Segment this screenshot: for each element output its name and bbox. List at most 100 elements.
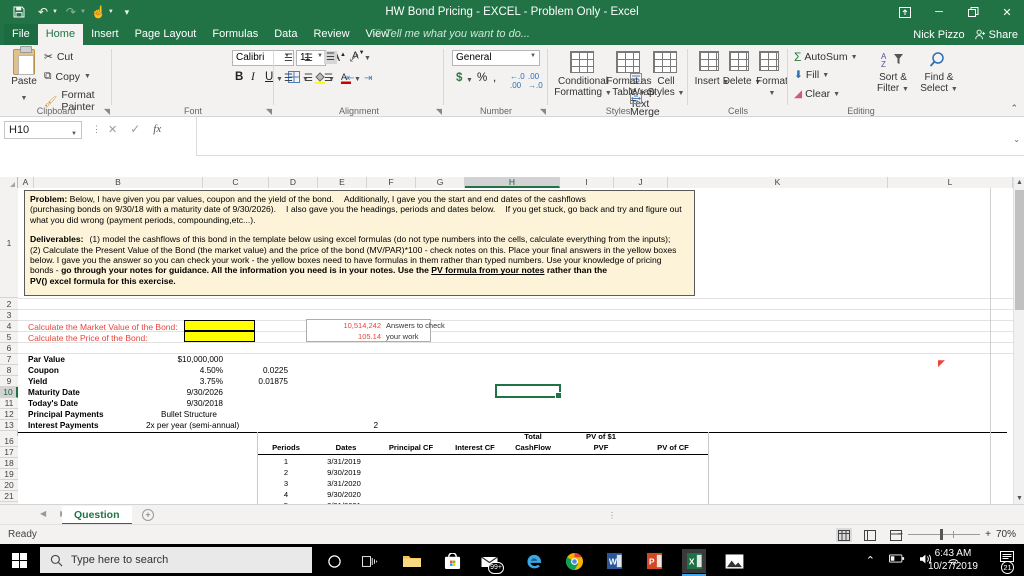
row-header-13[interactable]: 13 bbox=[0, 420, 18, 431]
column-header-E[interactable]: E bbox=[318, 177, 367, 188]
row-header-11[interactable]: 11 bbox=[0, 398, 18, 409]
column-header-A[interactable]: A bbox=[18, 177, 34, 188]
row-header-3[interactable]: 3 bbox=[0, 310, 18, 321]
align-center-icon[interactable]: ☰ bbox=[304, 73, 313, 84]
row-header-1[interactable]: 1 bbox=[0, 188, 18, 298]
taskbar-clock[interactable]: 6:43 AM 10/27/2019 bbox=[928, 547, 978, 573]
column-header-B[interactable]: B bbox=[34, 177, 203, 188]
cs-dropdown-icon[interactable]: ▼ bbox=[678, 90, 685, 97]
align-middle-icon[interactable]: ☰ bbox=[304, 53, 313, 64]
selected-cell-H10[interactable] bbox=[495, 384, 562, 399]
row-header-7[interactable]: 7 bbox=[0, 354, 18, 365]
row-header-17[interactable]: 17 bbox=[0, 447, 18, 458]
row-header-9[interactable]: 9 bbox=[0, 376, 18, 387]
zoom-in-button[interactable]: + bbox=[985, 529, 991, 540]
find-select-dropdown-icon[interactable]: ▼ bbox=[951, 86, 958, 93]
market-value-answer-box[interactable] bbox=[184, 320, 255, 331]
row-header-10[interactable]: 10 bbox=[0, 387, 18, 398]
add-sheet-button[interactable]: + bbox=[142, 509, 154, 521]
sheet-tab-splitter[interactable]: ⋮ bbox=[608, 511, 616, 520]
row-header-18[interactable]: 18 bbox=[0, 458, 18, 469]
tab-page-layout[interactable]: Page Layout bbox=[127, 24, 205, 45]
row-header-6[interactable]: 6 bbox=[0, 343, 18, 354]
decrease-indent-icon[interactable]: ⇤ bbox=[346, 73, 354, 84]
comma-style-button[interactable]: , bbox=[493, 72, 496, 84]
align-bottom-icon[interactable]: ☰ bbox=[324, 51, 337, 64]
column-header-I[interactable]: I bbox=[560, 177, 614, 188]
row-header-19[interactable]: 19 bbox=[0, 469, 18, 480]
start-button-icon[interactable] bbox=[12, 553, 27, 568]
column-header-D[interactable]: D bbox=[269, 177, 318, 188]
column-header-C[interactable]: C bbox=[203, 177, 269, 188]
powerpoint-icon[interactable]: P bbox=[642, 549, 666, 573]
vertical-scrollbar[interactable]: ▲ ▼ bbox=[1013, 177, 1024, 504]
row-header-4[interactable]: 4 bbox=[0, 321, 18, 332]
percent-style-button[interactable]: % bbox=[477, 72, 487, 84]
microsoft-store-icon[interactable] bbox=[440, 549, 464, 573]
autosum-button[interactable]: Σ AutoSum ▼ bbox=[794, 50, 858, 64]
sort-filter-dropdown-icon[interactable]: ▼ bbox=[902, 86, 909, 93]
autosum-dropdown-icon[interactable]: ▼ bbox=[851, 54, 858, 61]
formula-input[interactable] bbox=[196, 117, 1024, 156]
zoom-level-label[interactable]: 70% bbox=[996, 529, 1016, 540]
tab-file[interactable]: File bbox=[4, 24, 38, 45]
column-header-L[interactable]: L bbox=[888, 177, 1013, 188]
italic-button[interactable]: I bbox=[251, 71, 255, 83]
orientation-icon[interactable]: ⤢ bbox=[350, 53, 358, 64]
zoom-slider[interactable] bbox=[908, 528, 981, 540]
name-box[interactable]: H10 ▼ bbox=[4, 121, 82, 139]
tab-formulas[interactable]: Formulas bbox=[204, 24, 266, 45]
name-box-dropdown-icon[interactable]: ▼ bbox=[71, 127, 77, 142]
increase-indent-icon[interactable]: ⇥ bbox=[364, 73, 372, 84]
format-dropdown-icon[interactable]: ▼ bbox=[769, 90, 776, 97]
row-header-16[interactable]: 16 bbox=[0, 436, 18, 447]
page-layout-view-icon[interactable] bbox=[862, 528, 878, 542]
scroll-down-icon[interactable]: ▼ bbox=[1014, 493, 1024, 504]
column-header-H[interactable]: H bbox=[465, 177, 560, 188]
row-header-12[interactable]: 12 bbox=[0, 409, 18, 420]
sort-filter-button[interactable]: AZ Sort & Filter ▼ bbox=[870, 51, 916, 95]
clear-button[interactable]: ◢ Clear ▼ bbox=[794, 88, 840, 100]
user-name[interactable]: Nick Pizzo bbox=[913, 29, 964, 41]
chrome-icon[interactable] bbox=[562, 549, 586, 573]
orientation-dropdown-icon[interactable]: ▼ bbox=[364, 55, 371, 62]
vertical-scroll-thumb[interactable] bbox=[1015, 190, 1024, 310]
copy-dropdown-icon[interactable]: ▼ bbox=[84, 73, 91, 80]
increase-decimal-button[interactable]: ←.0.00 bbox=[510, 72, 525, 90]
minimize-button[interactable]: ─ bbox=[922, 0, 956, 24]
tab-data[interactable]: Data bbox=[266, 24, 305, 45]
scroll-up-icon[interactable]: ▲ bbox=[1014, 177, 1024, 188]
tab-insert[interactable]: Insert bbox=[83, 24, 127, 45]
normal-view-icon[interactable] bbox=[836, 528, 852, 542]
tab-review[interactable]: Review bbox=[305, 24, 357, 45]
cell-styles-button[interactable]: Cell Styles ▼ bbox=[644, 51, 688, 98]
notification-center-icon[interactable]: 21 bbox=[1000, 551, 1016, 574]
row-header-21[interactable]: 21 bbox=[0, 491, 18, 502]
show-hidden-icons-icon[interactable]: ⌃ bbox=[866, 554, 875, 567]
paste-button[interactable]: Paste ▼ bbox=[6, 46, 42, 105]
decrease-decimal-button[interactable]: .00 →.0 bbox=[528, 72, 543, 90]
clear-dropdown-icon[interactable]: ▼ bbox=[833, 91, 840, 98]
close-button[interactable]: ✕ bbox=[990, 0, 1024, 24]
insert-function-icon[interactable]: fx bbox=[153, 123, 161, 135]
column-header-J[interactable]: J bbox=[614, 177, 668, 188]
file-explorer-icon[interactable] bbox=[400, 549, 424, 573]
clipboard-dialog-launcher[interactable]: ◥ bbox=[104, 107, 110, 116]
photos-icon[interactable] bbox=[722, 549, 746, 573]
number-format-select[interactable]: General ▼ bbox=[452, 50, 540, 66]
cancel-formula-icon[interactable]: ✕ bbox=[108, 123, 117, 136]
find-select-button[interactable]: Find & Select ▼ bbox=[916, 51, 962, 95]
row-header-5[interactable]: 5 bbox=[0, 332, 18, 343]
collapse-ribbon-icon[interactable]: ⌃ bbox=[1010, 103, 1018, 114]
align-top-icon[interactable]: ☰ bbox=[284, 53, 293, 64]
edge-icon[interactable] bbox=[522, 549, 546, 573]
restore-button[interactable] bbox=[956, 0, 990, 24]
excel-icon[interactable]: X bbox=[682, 549, 706, 573]
enter-formula-icon[interactable]: ✓ bbox=[130, 122, 140, 136]
taskbar-search[interactable]: Type here to search bbox=[40, 547, 312, 573]
fill-dropdown-icon[interactable]: ▼ bbox=[822, 72, 829, 79]
cortana-icon[interactable] bbox=[322, 549, 346, 573]
expand-formula-bar-icon[interactable]: ⌄ bbox=[1013, 135, 1020, 144]
format-cells-button[interactable]: Format ▼ bbox=[752, 51, 792, 98]
copy-button[interactable]: ⧉ Copy ▼ bbox=[44, 70, 91, 83]
